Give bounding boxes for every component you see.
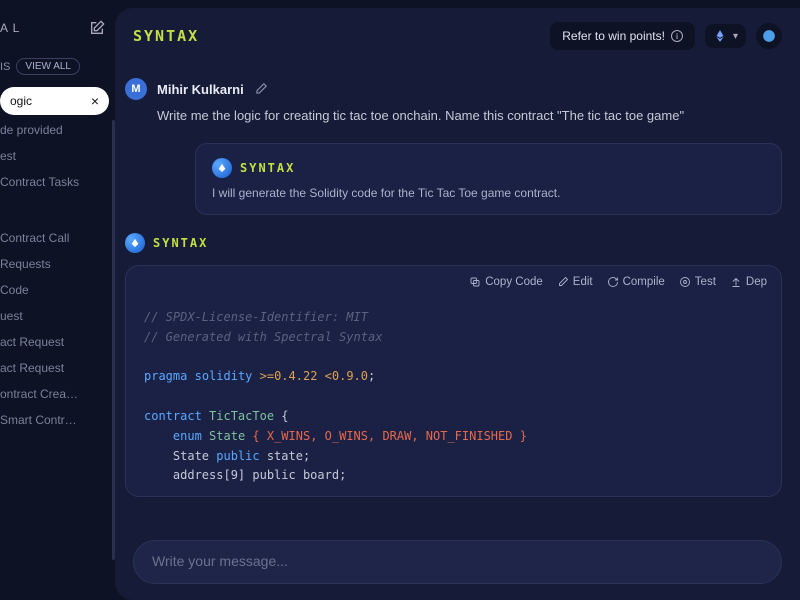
ai-header: SYNTAX [125,233,782,253]
topbar-right: Refer to win points! i ▾ [550,22,782,50]
active-item-label: ogic [10,94,32,108]
message-input[interactable]: Write your message... [133,540,782,584]
refresh-icon [607,276,619,288]
sidebar-item[interactable]: Contract Call [0,231,111,245]
info-icon: i [671,30,683,42]
user-message-header: M Mihir Kulkarni [125,78,782,100]
ai-reply-card: SYNTAX I will generate the Solidity code… [195,143,782,215]
code-body: // SPDX-License-Identifier: MIT // Gener… [126,298,781,496]
ai-code-block: SYNTAX Copy Code Edit Compile [125,233,782,497]
edit-message-icon[interactable] [254,82,268,96]
copy-code-button[interactable]: Copy Code [469,276,543,288]
upload-icon [730,276,742,288]
refer-label: Refer to win points! [562,29,665,43]
ai-name: SYNTAX [240,161,295,175]
compile-button[interactable]: Compile [607,276,665,288]
ai-header: SYNTAX [212,158,765,178]
user-avatar: M [125,78,147,100]
sidebar-item[interactable]: Code [0,283,111,297]
ai-name: SYNTAX [153,236,208,250]
refer-button[interactable]: Refer to win points! i [550,22,695,50]
sidebar: A L IS VIEW ALL ogic × de provided est C… [0,0,115,600]
avatar-icon [762,29,776,43]
sidebar-item[interactable]: Requests [0,257,111,271]
sidebar-top: A L [0,20,115,54]
sidebar-item[interactable]: Smart Contr… [0,413,111,427]
copy-icon [469,276,481,288]
user-message: Write me the logic for creating tic tac … [157,108,782,123]
view-all-button[interactable]: VIEW ALL [16,58,80,75]
workspace-label: A L [0,21,20,35]
code-toolbar: Copy Code Edit Compile Test [126,266,781,298]
sidebar-item[interactable]: Contract Tasks [0,175,111,189]
new-chat-icon[interactable] [89,20,105,36]
chevron-down-icon: ▾ [733,31,738,42]
sidebar-item[interactable]: ontract Crea… [0,387,111,401]
sidebar-item[interactable]: de provided [0,123,111,137]
pencil-icon [557,276,569,288]
app-title: SYNTAX [133,27,199,45]
deploy-button[interactable]: Dep [730,276,767,288]
topbar: SYNTAX Refer to win points! i ▾ [115,8,800,64]
ethereum-icon [713,29,727,43]
edit-code-button[interactable]: Edit [557,276,593,288]
test-icon [679,276,691,288]
sidebar-item[interactable]: uest [0,309,111,323]
sidebar-item[interactable]: est [0,149,111,163]
chat-body: M Mihir Kulkarni Write me the logic for … [115,64,800,528]
code-card: Copy Code Edit Compile Test [125,265,782,497]
test-button[interactable]: Test [679,276,716,288]
input-placeholder: Write your message... [152,553,288,569]
ai-message: I will generate the Solidity code for th… [212,186,765,200]
user-name: Mihir Kulkarni [157,82,244,97]
syntax-logo-icon [212,158,232,178]
sessions-header: IS VIEW ALL [0,54,115,87]
sidebar-item-active[interactable]: ogic × [0,87,109,115]
syntax-logo-icon [125,233,145,253]
sidebar-list: de provided est Contract Tasks Contract … [0,123,115,427]
sidebar-item[interactable]: act Request [0,335,111,349]
profile-avatar[interactable] [756,23,782,49]
main-panel: SYNTAX Refer to win points! i ▾ M Mihir … [115,8,800,600]
sessions-label: IS [0,61,10,73]
close-icon[interactable]: × [91,93,99,109]
sidebar-item[interactable]: act Request [0,361,111,375]
network-selector[interactable]: ▾ [705,24,746,48]
